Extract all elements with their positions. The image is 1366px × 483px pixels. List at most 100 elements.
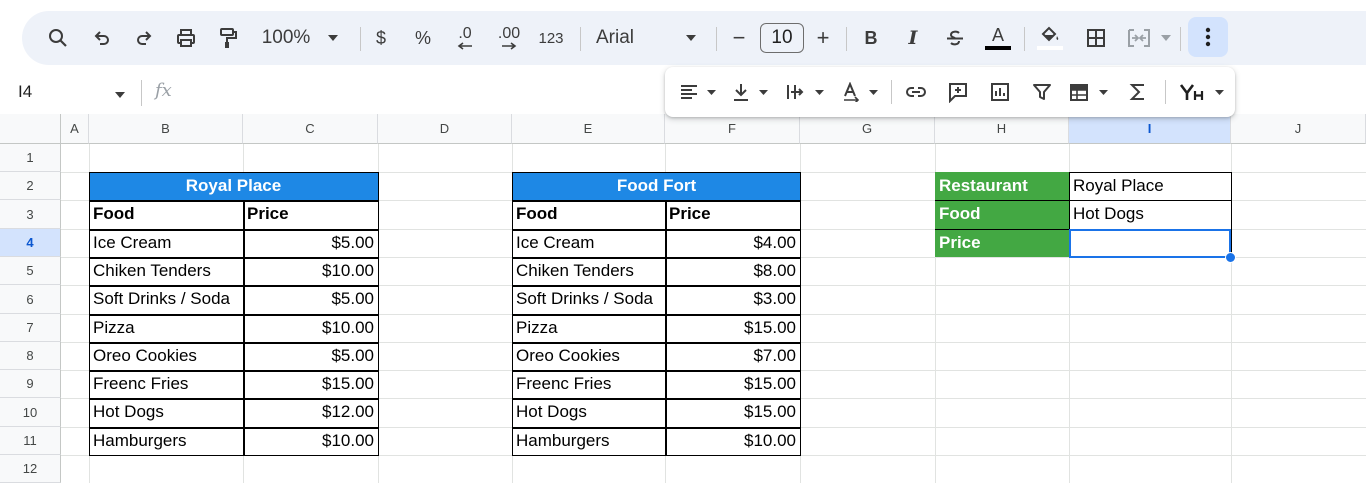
table-row-divider: [89, 257, 378, 259]
chevron-down-icon[interactable]: [703, 67, 719, 117]
table-row-divider: [89, 427, 378, 429]
row-header-1[interactable]: 1: [0, 144, 61, 172]
formula-divider: [141, 80, 142, 106]
table-row-divider: [89, 342, 378, 344]
chevron-down-icon[interactable]: [1095, 67, 1111, 117]
column-header-d[interactable]: D: [378, 114, 512, 144]
table-row-divider: [512, 314, 800, 316]
italic-button[interactable]: I: [900, 11, 926, 65]
table-row-divider: [89, 229, 378, 231]
column-header-g[interactable]: G: [800, 114, 935, 144]
row-header-7[interactable]: 7: [0, 314, 61, 342]
decrease-font-size-button[interactable]: −: [726, 11, 752, 65]
table-row-divider: [512, 427, 800, 429]
table-row-divider: [512, 257, 800, 259]
chevron-down-icon[interactable]: [811, 67, 827, 117]
toolbar-divider: [1180, 27, 1181, 51]
toolbar-divider: [1024, 27, 1025, 51]
column-header-e[interactable]: E: [512, 114, 665, 144]
column-header-j[interactable]: J: [1231, 114, 1366, 144]
font-family-select[interactable]: Arial: [596, 11, 676, 65]
toolbar-divider: [846, 27, 847, 51]
text-color-button[interactable]: A: [982, 11, 1014, 65]
column-header-i[interactable]: I: [1069, 114, 1231, 144]
row-header-10[interactable]: 10: [0, 398, 61, 427]
functions-icon[interactable]: [1125, 67, 1151, 117]
link-icon[interactable]: [903, 67, 929, 117]
filter-views-icon[interactable]: [1067, 67, 1093, 117]
table-row-divider: [512, 200, 800, 202]
floating-toolbar: [665, 67, 1235, 117]
row-header-8[interactable]: 8: [0, 342, 61, 370]
number-format-button[interactable]: 123: [534, 11, 568, 65]
horizontal-align-icon[interactable]: [677, 67, 701, 117]
table-row-divider: [89, 200, 378, 202]
row-header-2[interactable]: 2: [0, 172, 61, 200]
row-header-3[interactable]: 3: [0, 200, 61, 229]
redo-icon[interactable]: [130, 11, 158, 65]
row-header-11[interactable]: 11: [0, 427, 61, 455]
chevron-down-icon[interactable]: [114, 86, 126, 104]
arrow-right-icon: [502, 42, 517, 50]
table-row-divider: [512, 370, 800, 372]
row-header-12[interactable]: 12: [0, 455, 61, 483]
currency-format-button[interactable]: $: [368, 11, 394, 65]
more-options-icon[interactable]: [1188, 17, 1228, 57]
select-all-corner[interactable]: [0, 114, 61, 144]
arrow-left-icon: [457, 42, 472, 50]
table-row-divider: [512, 398, 800, 400]
toolbar-divider: [716, 27, 717, 51]
table-row-divider: [512, 342, 800, 344]
table-row-divider: [512, 229, 800, 231]
borders-icon[interactable]: [1082, 11, 1110, 65]
row-header-4[interactable]: 4: [0, 229, 61, 257]
strikethrough-icon[interactable]: [942, 11, 968, 65]
decrease-decimal-button[interactable]: .0: [450, 11, 480, 65]
column-header-c[interactable]: C: [243, 114, 378, 144]
increase-font-size-button[interactable]: +: [810, 11, 836, 65]
chevron-down-icon[interactable]: [755, 67, 771, 117]
chart-icon[interactable]: [987, 67, 1013, 117]
input-tools-icon[interactable]: [1177, 67, 1207, 117]
chevron-down-icon[interactable]: [682, 11, 700, 65]
column-header-h[interactable]: H: [935, 114, 1069, 144]
row-header-6[interactable]: 6: [0, 285, 61, 314]
table-col-divider: [665, 200, 667, 455]
table-row-divider: [89, 314, 378, 316]
search-icon[interactable]: [42, 11, 74, 65]
fill-color-icon[interactable]: [1034, 11, 1066, 65]
percent-format-button[interactable]: %: [410, 11, 436, 65]
table-row-divider: [89, 398, 378, 400]
text-wrapping-icon[interactable]: [783, 67, 807, 117]
row-header-9[interactable]: 9: [0, 370, 61, 398]
row-header-5[interactable]: 5: [0, 257, 61, 285]
fill-handle[interactable]: [1225, 252, 1236, 263]
toolbar-divider: [891, 80, 892, 104]
vertical-align-icon[interactable]: [729, 67, 753, 117]
merge-cells-icon[interactable]: [1124, 11, 1154, 65]
table-row-divider: [89, 285, 378, 287]
comment-icon[interactable]: [945, 67, 971, 117]
text-rotation-icon[interactable]: [839, 67, 863, 117]
undo-icon[interactable]: [88, 11, 116, 65]
name-box[interactable]: I4: [18, 82, 32, 102]
lookup-row-divider: [935, 200, 1231, 201]
filter-icon[interactable]: [1029, 67, 1055, 117]
chevron-down-icon[interactable]: [1211, 67, 1227, 117]
toolbar-divider: [1165, 80, 1166, 104]
bold-button[interactable]: B: [858, 11, 884, 65]
print-icon[interactable]: [172, 11, 200, 65]
column-header-a[interactable]: A: [61, 114, 89, 144]
column-header-f[interactable]: F: [665, 114, 800, 144]
increase-decimal-button[interactable]: .00: [492, 11, 526, 65]
column-header-b[interactable]: B: [89, 114, 243, 144]
chevron-down-icon[interactable]: [324, 11, 342, 65]
chevron-down-icon[interactable]: [865, 67, 881, 117]
chevron-down-icon[interactable]: [1158, 11, 1174, 65]
zoom-select[interactable]: 100%: [256, 11, 316, 65]
selected-cell-I4[interactable]: [1069, 229, 1231, 258]
lookup-label: Food: [935, 200, 1069, 229]
table-row-divider: [512, 285, 800, 287]
font-size-input[interactable]: 10: [760, 23, 804, 53]
paint-format-icon[interactable]: [214, 11, 242, 65]
